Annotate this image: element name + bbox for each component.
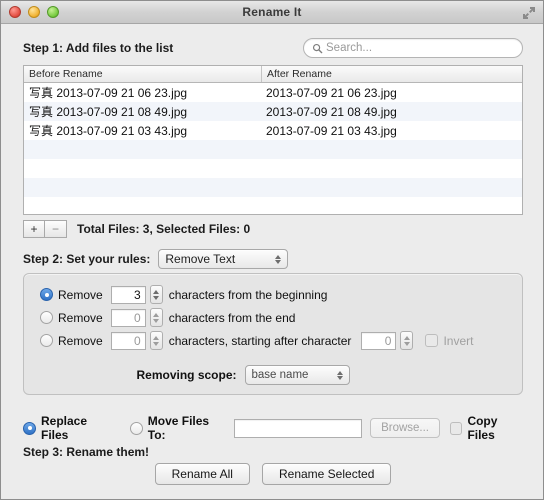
rule3-remove-label: Remove — [58, 333, 103, 348]
rules-group: Remove 3 characters from the beginning R… — [23, 273, 523, 395]
rule-row-starting-after: Remove 0 characters, starting after char… — [24, 329, 522, 352]
cell-before-rename: 写真 2013-07-09 21 08 49.jpg — [29, 105, 188, 119]
rule2-remove-label: Remove — [58, 310, 103, 325]
removing-scope-label: Removing scope: — [136, 368, 237, 382]
table-row[interactable]: 写真 2013-07-09 21 08 49.jpg 2013-07-09 21 … — [24, 102, 522, 121]
rename-all-button[interactable]: Rename All — [154, 463, 250, 485]
radio-remove-from-end[interactable] — [40, 311, 53, 324]
step1-row: Step 1: Add files to the list Search... — [23, 38, 523, 58]
table-row[interactable] — [24, 140, 522, 159]
radio-remove-starting-after[interactable] — [40, 334, 53, 347]
chevron-updown-icon — [275, 254, 282, 264]
rule3-stepper[interactable] — [149, 331, 163, 350]
rule-row-beginning: Remove 3 characters from the beginning — [24, 283, 522, 306]
rule-type-dropdown[interactable]: Remove Text — [158, 249, 289, 269]
search-placeholder: Search... — [326, 42, 373, 54]
replace-files-label: Replace Files — [41, 414, 88, 442]
add-files-button[interactable]: + — [23, 220, 45, 238]
column-header-after[interactable]: After Rename — [261, 66, 522, 82]
step2-row: Step 2: Set your rules: Remove Text — [23, 249, 289, 269]
table-row[interactable]: 写真 2013-07-09 21 06 23.jpg 2013-07-09 21 … — [24, 83, 522, 102]
fullscreen-arrows-icon[interactable] — [521, 5, 537, 20]
rule3-start-stepper[interactable] — [400, 331, 414, 350]
rule3-count-input[interactable]: 0 — [110, 331, 146, 350]
file-table[interactable]: Before Rename After Rename 写真 2013-07-09… — [23, 65, 523, 215]
file-table-body: 写真 2013-07-09 21 06 23.jpg 2013-07-09 21 … — [24, 83, 522, 214]
rule-row-end: Remove 0 characters from the end — [24, 306, 522, 329]
radio-remove-from-beginning[interactable] — [40, 288, 53, 301]
window-controls — [9, 6, 59, 18]
rename-selected-button[interactable]: Rename Selected — [261, 463, 392, 485]
invert-checkbox[interactable] — [425, 334, 439, 347]
cell-after-rename: 2013-07-09 21 08 49.jpg — [266, 104, 397, 119]
destination-path-input[interactable] — [233, 418, 363, 438]
file-table-header: Before Rename After Rename — [24, 66, 522, 83]
action-buttons: Rename All Rename Selected — [1, 463, 544, 485]
removing-scope-value: base name — [251, 369, 309, 381]
copy-files-checkbox[interactable] — [450, 421, 463, 435]
close-button[interactable] — [9, 6, 21, 18]
search-icon — [312, 43, 323, 53]
minimize-button[interactable] — [28, 6, 40, 18]
removing-scope-dropdown[interactable]: base name — [244, 365, 350, 385]
rule1-count-input[interactable]: 3 — [110, 285, 146, 304]
rule2-stepper[interactable] — [149, 308, 163, 327]
app-window: Rename It Step 1: Add files to the list … — [0, 0, 544, 500]
removing-scope-row: Removing scope: base name — [24, 365, 522, 385]
step2-label: Step 2: Set your rules: — [23, 252, 151, 266]
rule-type-value: Remove Text — [165, 252, 236, 266]
cell-before-rename: 写真 2013-07-09 21 06 23.jpg — [29, 86, 188, 100]
title-bar: Rename It — [1, 1, 543, 24]
column-header-before[interactable]: Before Rename — [24, 66, 261, 82]
file-counts-label: Total Files: 3, Selected Files: 0 — [77, 222, 251, 236]
rule1-remove-label: Remove — [58, 287, 103, 302]
copy-files-label: Copy Files — [467, 414, 498, 442]
radio-move-files-to[interactable] — [129, 421, 143, 435]
table-row[interactable] — [24, 159, 522, 178]
zoom-button[interactable] — [47, 6, 59, 18]
step1-label: Step 1: Add files to the list — [23, 41, 174, 55]
cell-after-rename: 2013-07-09 21 06 23.jpg — [266, 85, 397, 100]
table-row[interactable]: 写真 2013-07-09 21 03 43.jpg 2013-07-09 21 … — [24, 121, 522, 140]
move-files-to-label: Move Files To: — [147, 414, 210, 442]
chevron-updown-icon — [336, 370, 343, 380]
remove-files-button[interactable]: − — [45, 220, 67, 238]
rule3-start-input[interactable]: 0 — [361, 331, 397, 350]
browse-button[interactable]: Browse... — [370, 418, 440, 438]
list-toolbar: + − Total Files: 3, Selected Files: 0 — [23, 220, 250, 238]
table-row[interactable] — [24, 178, 522, 197]
destination-row: Replace Files Move Files To: Browse... C… — [23, 414, 525, 442]
step3-label: Step 3: Rename them! — [23, 445, 150, 459]
rule1-stepper[interactable] — [149, 285, 163, 304]
rule2-count-input[interactable]: 0 — [110, 308, 146, 327]
rule1-suffix-label: characters from the beginning — [168, 287, 328, 302]
cell-after-rename: 2013-07-09 21 03 43.jpg — [266, 123, 397, 138]
search-input[interactable]: Search... — [303, 38, 523, 58]
window-title: Rename It — [242, 5, 302, 19]
invert-label: Invert — [443, 333, 474, 348]
cell-before-rename: 写真 2013-07-09 21 03 43.jpg — [29, 124, 188, 138]
rule3-suffix-label: characters, starting after character — [168, 333, 352, 348]
rule2-suffix-label: characters from the end — [168, 310, 296, 325]
table-row[interactable] — [24, 197, 522, 214]
radio-replace-files[interactable] — [23, 421, 36, 435]
